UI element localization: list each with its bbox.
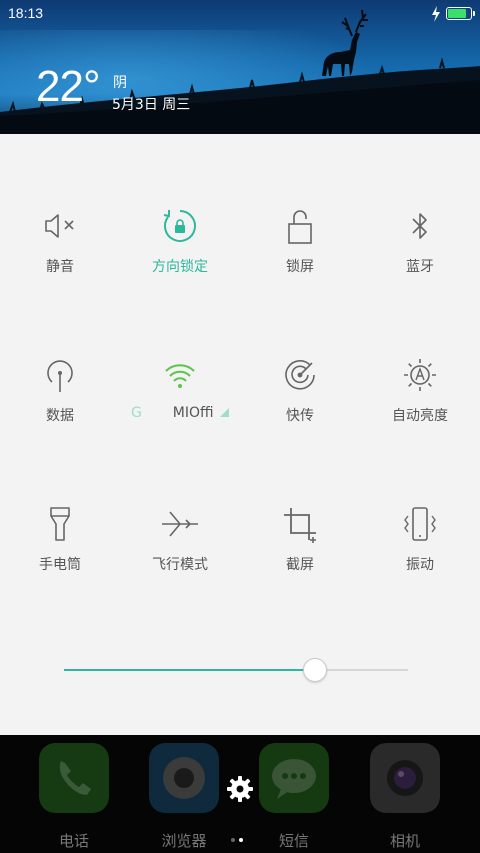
vibrate-icon	[404, 507, 436, 541]
rotation-lock-icon	[163, 210, 196, 242]
tile-label: 锁屏	[286, 259, 314, 275]
mobile-data-icon	[47, 360, 73, 392]
tile-mute[interactable]: 静音	[0, 206, 120, 316]
status-bar: 18:13	[0, 0, 480, 28]
fast-transfer-icon	[285, 360, 315, 390]
tile-vibrate[interactable]: 振动	[360, 504, 480, 614]
brightness-slider-thumb[interactable]	[303, 658, 327, 682]
bluetooth-icon	[412, 213, 427, 239]
auto-brightness-icon	[404, 359, 436, 391]
tile-rotation-lock[interactable]: 方向锁定	[120, 206, 240, 316]
weather-condition: 阴	[113, 75, 127, 91]
tile-label: 静音	[46, 259, 74, 275]
app-label: 电话	[58, 832, 89, 850]
browser-icon	[149, 743, 219, 813]
tile-screenshot[interactable]: 截屏	[240, 504, 360, 614]
app-phone[interactable]: 电话	[39, 743, 111, 850]
tile-bluetooth[interactable]: 蓝牙	[360, 206, 480, 316]
camera-icon	[370, 743, 440, 813]
tile-label: 振动	[406, 557, 434, 573]
app-label: 短信	[278, 832, 309, 850]
tile-auto-brightness[interactable]: 自动亮度	[360, 355, 480, 465]
brightness-slider[interactable]	[64, 658, 408, 682]
wifi-icon	[165, 364, 195, 388]
app-messages[interactable]: 短信	[259, 743, 331, 850]
tile-fast-transfer[interactable]: 快传	[240, 355, 360, 465]
mute-icon	[45, 214, 74, 238]
tile-label: 方向锁定	[152, 259, 208, 275]
battery-icon	[446, 7, 475, 20]
phone-icon	[39, 743, 109, 813]
weather-header: 18:13 22° 阴 5月3日 周三	[0, 0, 480, 134]
wifi-label-text: MIOff	[172, 405, 214, 421]
airplane-mode-icon	[162, 511, 198, 537]
signal-triangle-icon	[219, 408, 229, 417]
wifi-network-name: G MIOffi	[120, 405, 240, 421]
charging-icon	[432, 6, 440, 22]
app-dock: 电话 浏览器 短信 相机	[0, 735, 480, 853]
tile-lock-screen[interactable]: 锁屏	[240, 206, 360, 316]
page-dot-active	[239, 838, 243, 842]
tile-flashlight[interactable]: 手电筒	[0, 504, 120, 614]
tile-mobile-data[interactable]: 数据	[0, 355, 120, 465]
screenshot-icon	[284, 508, 316, 543]
tile-label: 蓝牙	[406, 259, 434, 275]
date: 5月3日 周三	[112, 97, 191, 113]
tile-label: 快传	[286, 408, 314, 424]
tile-label: 手电筒	[39, 557, 81, 573]
page-indicator	[231, 827, 247, 846]
clock: 18:13	[8, 5, 44, 21]
tile-wifi[interactable]: G MIOffi	[120, 355, 240, 465]
app-label: 相机	[389, 832, 420, 850]
temperature: 22°	[36, 62, 101, 111]
app-label: 浏览器	[161, 832, 207, 850]
flashlight-icon	[50, 507, 70, 541]
page-dot	[231, 838, 235, 842]
gear-icon[interactable]	[226, 775, 254, 803]
app-browser[interactable]: 浏览器	[149, 743, 221, 850]
messages-icon	[259, 743, 329, 813]
quick-settings-panel: 静音 方向锁定 锁屏 蓝牙 数据 G MIOff 快传 自动亮度 手电筒 飞行模…	[0, 134, 480, 735]
brightness-slider-fill	[64, 669, 315, 671]
tile-label: 自动亮度	[392, 408, 448, 424]
tile-label: 截屏	[286, 557, 314, 573]
tile-label: 数据	[46, 408, 74, 424]
tile-airplane-mode[interactable]: 飞行模式	[120, 504, 240, 614]
wifi-label-fade-start: G	[131, 405, 142, 421]
app-camera[interactable]: 相机	[370, 743, 442, 850]
lock-icon	[288, 210, 312, 244]
tile-label: 飞行模式	[152, 557, 208, 573]
